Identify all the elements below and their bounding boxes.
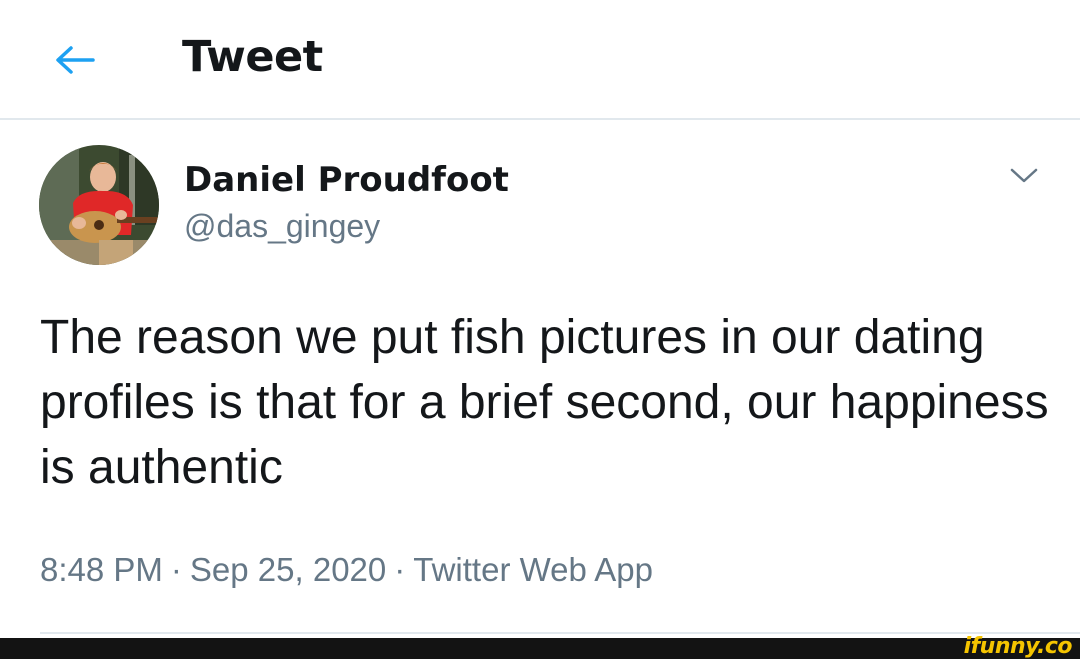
separator: · — [394, 551, 406, 588]
watermark-logo: ifunny.co — [963, 634, 1073, 659]
tweet-time: 8:48 PM — [40, 551, 163, 588]
chevron-down-icon — [1010, 168, 1038, 183]
author-display-name[interactable]: Daniel Proudfoot — [184, 160, 509, 200]
back-button[interactable] — [50, 38, 100, 82]
tweet-date: Sep 25, 2020 — [189, 551, 387, 588]
top-bar: Tweet — [0, 0, 1080, 120]
author-handle[interactable]: @das_gingey — [184, 208, 380, 245]
divider — [40, 632, 1080, 634]
avatar-photo — [39, 145, 159, 265]
tweet-metadata: 8:48 PM · Sep 25, 2020 · Twitter Web App — [40, 551, 653, 589]
tweet-source-link[interactable]: Twitter Web App — [413, 551, 653, 588]
watermark-bar: ifunny.co — [0, 634, 1080, 659]
arrow-left-icon — [56, 46, 95, 74]
separator: · — [170, 551, 182, 588]
page-title: Tweet — [182, 32, 323, 82]
tweet-options-button[interactable] — [1004, 160, 1044, 192]
tweet-text: The reason we put fish pictures in our d… — [40, 311, 1049, 494]
avatar[interactable] — [39, 145, 159, 265]
